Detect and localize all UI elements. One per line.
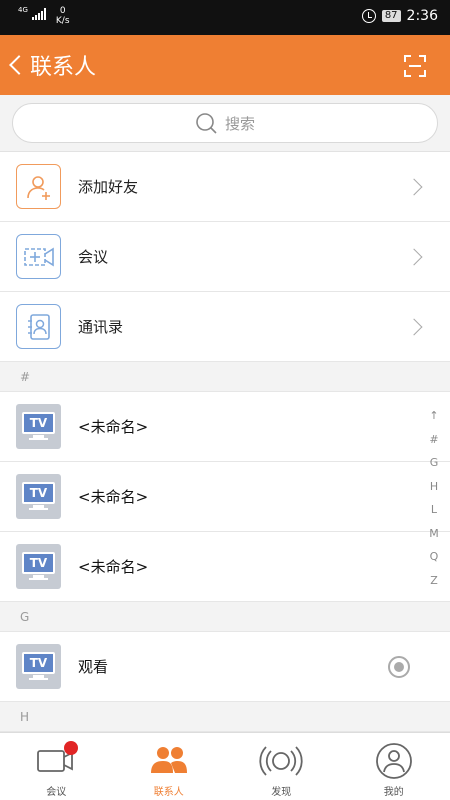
network-type: 4G [18,6,28,14]
signal-icon [31,8,46,20]
watching-status-icon [388,656,410,678]
tv-avatar-icon: TV [16,544,61,589]
contact-item[interactable]: TV <未命名> [0,392,450,462]
contact-item[interactable]: TV 观看 [0,632,450,702]
back-button[interactable]: 联系人 [6,51,97,80]
contact-item[interactable]: TV <未命名> [0,462,450,532]
network-speed: 0 K/s [55,6,70,26]
menu-label: 通讯录 [78,318,124,336]
index-letter[interactable]: ↑ [429,404,438,428]
tv-avatar-icon: TV [16,644,61,689]
menu-label: 会议 [78,248,109,266]
index-letter[interactable]: G [430,451,439,475]
video-meeting-icon [16,234,61,279]
index-letter[interactable]: Z [430,569,438,593]
search-area: 搜索 [0,95,450,151]
menu-item-add-friend[interactable]: 添加好友 [0,152,450,222]
index-letter[interactable]: # [429,428,438,452]
search-icon [196,113,217,134]
index-letter[interactable]: H [430,475,438,499]
search-input[interactable]: 搜索 [12,103,438,143]
scan-icon [404,55,426,77]
broadcast-icon [259,741,303,781]
address-book-icon [16,304,61,349]
app-header: 联系人 [0,35,450,95]
alarm-icon [361,9,376,23]
scan-button[interactable] [404,55,426,77]
nav-label: 我的 [383,787,404,798]
contact-name: <未命名> [78,488,149,506]
clock: 2:36 [406,8,438,24]
chevron-right-icon [405,318,423,335]
section-header-hash: # [0,362,450,392]
status-bar: 4G 0 K/s 87 2:36 [0,0,450,35]
tv-avatar-icon: TV [16,404,61,449]
menu-item-meeting[interactable]: 会议 [0,222,450,292]
contacts-icon [147,741,191,781]
index-letter[interactable]: Q [430,545,439,569]
index-letter[interactable]: M [429,522,439,546]
chevron-right-icon [405,248,423,265]
search-placeholder: 搜索 [224,114,255,133]
nav-tab-me[interactable]: 我的 [338,733,450,800]
contact-item[interactable]: TV <未命名> [0,532,450,602]
section-header-h: H [0,702,450,732]
menu-item-address-book[interactable]: 通讯录 [0,292,450,362]
bottom-nav: 会议 联系人 发现 我的 [0,732,450,800]
nav-tab-meeting[interactable]: 会议 [0,733,113,800]
contacts-list: 添加好友 会议 通讯录 # TV <未命名> TV <未命名> TV <未命名>… [0,151,450,772]
contact-name: <未命名> [78,418,149,436]
chevron-left-icon [9,55,29,75]
nav-label: 发现 [271,787,292,798]
nav-label: 联系人 [153,787,184,798]
profile-icon [372,741,416,781]
video-camera-icon [34,741,79,781]
index-letter[interactable]: L [431,498,437,522]
battery-indicator: 87 [381,10,401,22]
nav-label: 会议 [46,787,67,798]
menu-label: 添加好友 [78,178,139,196]
nav-tab-discover[interactable]: 发现 [225,733,338,800]
add-friend-icon [16,164,61,209]
section-header-g: G [0,602,450,632]
contact-name: 观看 [78,658,109,676]
page-title: 联系人 [30,55,97,80]
contact-name: <未命名> [78,558,149,576]
alphabet-index[interactable]: ↑ # G H L M Q Z [426,404,442,592]
chevron-right-icon [405,178,423,195]
tv-avatar-icon: TV [16,474,61,519]
nav-tab-contacts[interactable]: 联系人 [113,733,226,800]
